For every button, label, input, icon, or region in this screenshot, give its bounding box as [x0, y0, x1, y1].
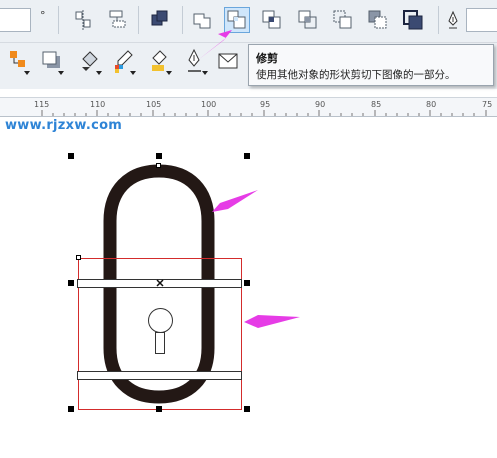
ruler-label: 90 [315, 100, 326, 109]
front-minus-back-icon[interactable] [330, 7, 356, 33]
property-bar: ° [0, 0, 497, 43]
horizontal-ruler[interactable]: 115 110 105 100 95 90 85 80 75 [0, 97, 497, 117]
intersect-icon[interactable] [259, 7, 285, 33]
arrow-icon [212, 190, 258, 212]
trim-tooltip: 修剪 使用其他对象的形状剪切下图像的一部分。 [248, 44, 494, 86]
drawing-canvas[interactable] [0, 116, 497, 458]
simplify-icon[interactable] [295, 7, 321, 33]
node-handle[interactable] [76, 255, 81, 260]
ruler-label: 105 [146, 100, 162, 109]
arrow-icon [198, 30, 232, 60]
fill-bucket-icon[interactable] [78, 47, 104, 77]
ruler-label: 95 [260, 100, 271, 109]
drop-shadow-icon[interactable] [40, 47, 66, 77]
smart-fill-icon[interactable] [6, 47, 32, 77]
paint-bucket-icon[interactable] [148, 47, 174, 77]
dock-order-icon[interactable] [104, 7, 130, 33]
align-distribute-icon[interactable] [70, 7, 96, 33]
tooltip-description: 使用其他对象的形状剪切下图像的一部分。 [256, 69, 456, 81]
ruler-label: 110 [90, 100, 106, 109]
ruler-label: 115 [34, 100, 50, 109]
separator [182, 6, 183, 34]
boundary-icon[interactable] [400, 7, 426, 33]
rotation-angle-input[interactable] [0, 8, 31, 32]
ruler-label: 75 [482, 100, 493, 109]
ruler-ticks [41, 110, 487, 116]
pen-tool-icon[interactable] [442, 7, 468, 33]
outline-width-input[interactable] [466, 8, 497, 32]
node-handle[interactable] [156, 163, 161, 168]
bottom-bar-shape[interactable] [77, 371, 242, 380]
separator [438, 6, 439, 34]
back-minus-front-icon[interactable] [365, 7, 391, 33]
separator [138, 6, 139, 34]
keyhole-circle[interactable] [148, 308, 173, 333]
ruler-label: 100 [201, 100, 217, 109]
keyhole-slot[interactable] [155, 332, 165, 354]
ruler-label: 85 [371, 100, 382, 109]
tooltip-title: 修剪 [256, 52, 278, 65]
arrow-icon [244, 315, 300, 328]
eyedropper-icon[interactable] [112, 47, 138, 77]
degree-label: ° [40, 9, 46, 22]
separator [58, 6, 59, 34]
ruler-label: 80 [426, 100, 437, 109]
combine-icon[interactable] [146, 7, 172, 33]
